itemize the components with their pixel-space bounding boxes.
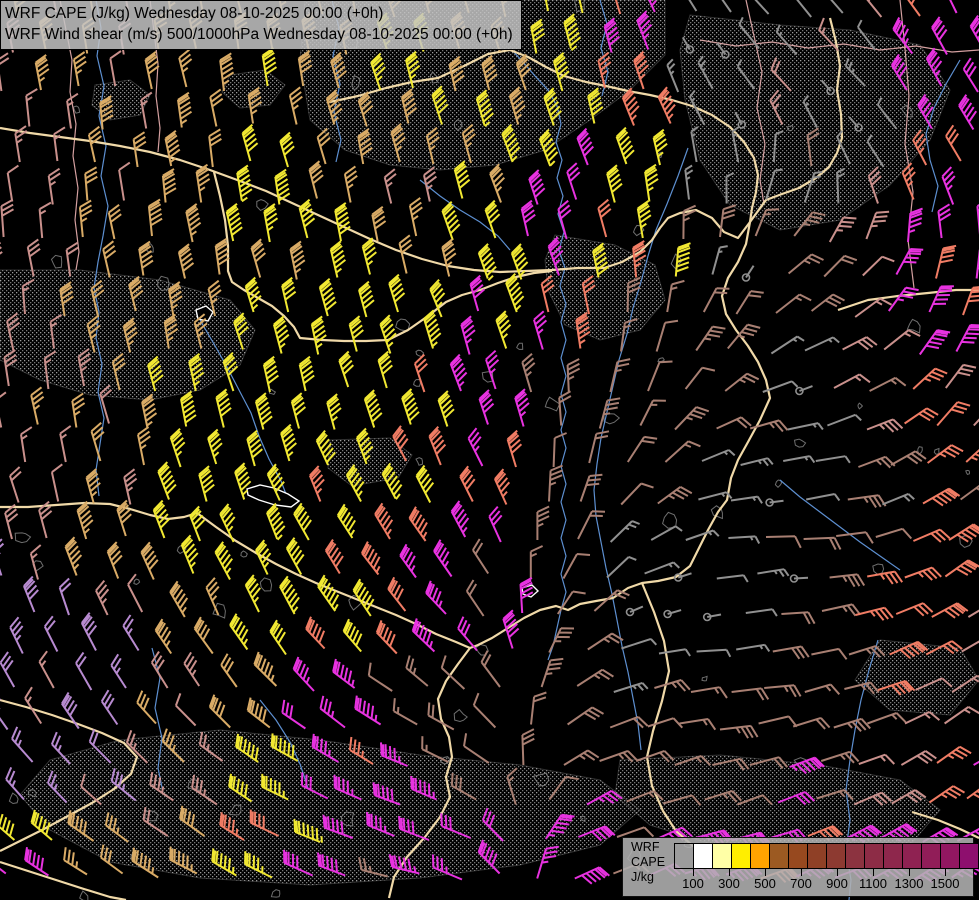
legend-swatch bbox=[921, 843, 941, 869]
title-line-windshear: WRF Wind shear (m/s) 500/1000hPa Wednesd… bbox=[5, 24, 513, 45]
legend-tick bbox=[945, 868, 946, 876]
legend-model-label: WRF bbox=[631, 840, 665, 855]
legend-swatch bbox=[940, 843, 960, 869]
legend-swatch bbox=[693, 843, 713, 869]
legend-swatch bbox=[864, 843, 884, 869]
legend-swatch bbox=[845, 843, 865, 869]
legend-swatch bbox=[674, 843, 694, 869]
legend-swatch bbox=[769, 843, 789, 869]
legend-swatch bbox=[712, 843, 732, 869]
legend-tick-label: 1500 bbox=[923, 876, 967, 891]
legend-swatch bbox=[902, 843, 922, 869]
wind-barb bbox=[794, 578, 808, 579]
legend-tick bbox=[693, 868, 694, 876]
legend-swatch bbox=[883, 843, 903, 869]
legend-swatch bbox=[731, 843, 751, 869]
title-line-cape: WRF CAPE (J/kg) Wednesday 08-10-2025 00:… bbox=[5, 3, 513, 24]
legend-tick bbox=[729, 868, 730, 876]
legend-unit-label: J/kg bbox=[631, 870, 665, 885]
legend-labels: WRF CAPE J/kg bbox=[631, 840, 665, 885]
map-root: WRF CAPE (J/kg) Wednesday 08-10-2025 00:… bbox=[0, 0, 979, 900]
legend-parameter-label: CAPE bbox=[631, 855, 665, 870]
legend-swatch bbox=[826, 843, 846, 869]
legend-swatch bbox=[788, 843, 808, 869]
map-title-overlay: WRF CAPE (J/kg) Wednesday 08-10-2025 00:… bbox=[0, 0, 522, 50]
legend-tick bbox=[873, 868, 874, 876]
legend-colorbar bbox=[675, 843, 979, 867]
cape-legend: WRF CAPE J/kg 10030050070090011001300150… bbox=[622, 837, 974, 897]
legend-tick bbox=[837, 868, 838, 876]
legend-tick bbox=[765, 868, 766, 876]
legend-tick bbox=[801, 868, 802, 876]
legend-swatch bbox=[807, 843, 827, 869]
legend-swatch bbox=[750, 843, 770, 869]
legend-swatch bbox=[959, 843, 979, 869]
legend-tick bbox=[909, 868, 910, 876]
weather-map[interactable] bbox=[0, 0, 979, 900]
